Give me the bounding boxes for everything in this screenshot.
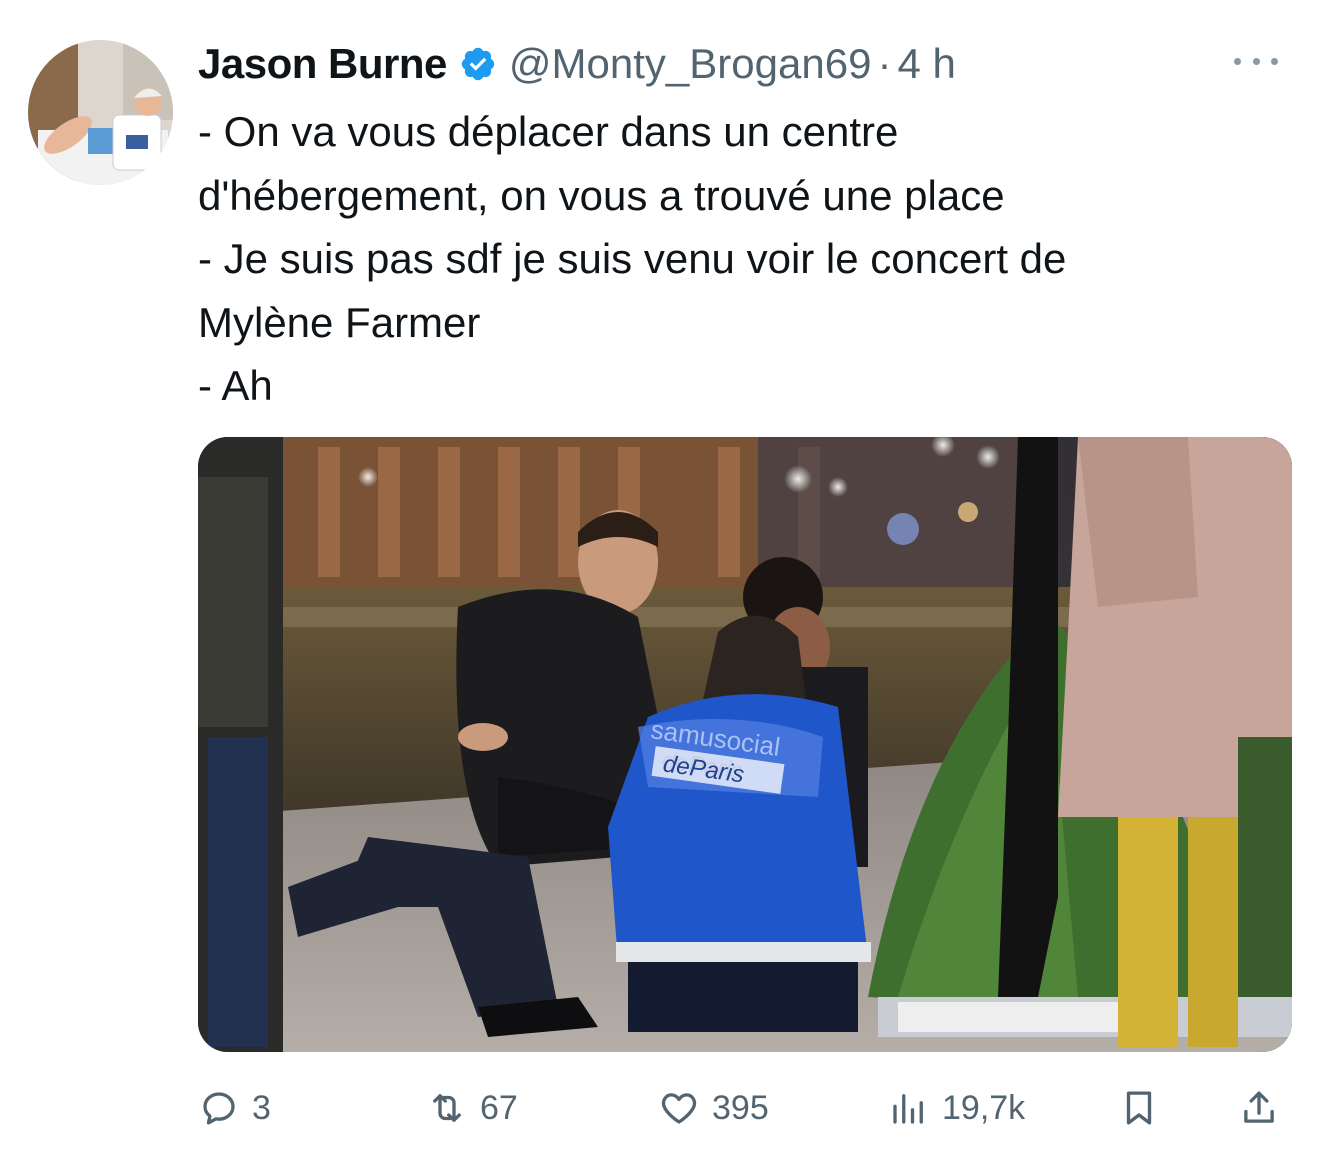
like-icon xyxy=(661,1093,697,1124)
handle[interactable]: @Monty_Brogan69 xyxy=(509,40,872,88)
tweet-media-photo[interactable]: samusocial deParis deParis xyxy=(198,437,1292,1052)
like-count: 395 xyxy=(712,1088,769,1127)
repost-count: 67 xyxy=(480,1088,518,1127)
avatar-image xyxy=(28,40,173,185)
share-button[interactable] xyxy=(1238,1078,1280,1138)
reply-count: 3 xyxy=(252,1088,271,1127)
reply-button[interactable]: 3 xyxy=(198,1078,271,1138)
tweet-header: Jason Burne @Monty_Brogan69 · 4 h xyxy=(198,36,1298,92)
views-count: 19,7k xyxy=(942,1088,1026,1127)
avatar[interactable] xyxy=(28,40,173,185)
bookmark-icon xyxy=(1126,1091,1152,1125)
display-name[interactable]: Jason Burne xyxy=(198,40,447,88)
tweet-text-line: d'hébergement, on vous a trouvé une plac… xyxy=(198,171,1005,219)
reply-icon xyxy=(203,1092,235,1125)
separator-dot: · xyxy=(877,40,892,87)
tweet-text-line: - Je suis pas sdf je suis venu voir le c… xyxy=(198,235,1067,282)
verified-badge-icon xyxy=(461,47,495,81)
bookmark-button[interactable] xyxy=(1118,1078,1160,1138)
like-button[interactable]: 395 xyxy=(658,1078,769,1138)
night-street-photo: samusocial deParis deParis xyxy=(198,437,1292,1052)
repost-icon xyxy=(433,1094,461,1122)
action-bar: 3 67 395 19,7k xyxy=(198,1078,1292,1138)
tweet-text-line: - On va vous déplacer dans un centre xyxy=(198,108,899,155)
more-icon[interactable] xyxy=(1228,46,1284,76)
tweet-text-line: Mylène Farmer xyxy=(198,298,481,346)
timestamp[interactable]: 4 h xyxy=(897,40,955,88)
tweet-text-line: - Ah xyxy=(198,362,273,409)
views-button[interactable]: 19,7k xyxy=(888,1078,1025,1138)
repost-button[interactable]: 67 xyxy=(426,1078,518,1138)
share-icon xyxy=(1244,1091,1274,1123)
views-icon xyxy=(893,1094,923,1124)
tweet-text: - On va vous déplacer dans un centre d'h… xyxy=(198,100,1288,418)
